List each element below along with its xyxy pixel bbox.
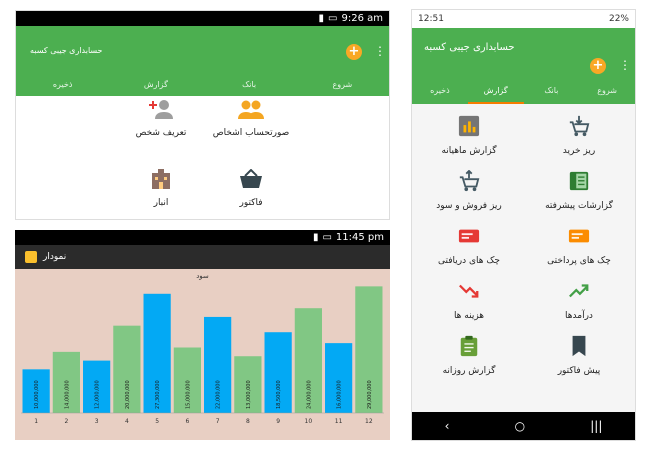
app-title: حسابداری جیبی کسبه <box>30 46 103 55</box>
grid-item-proforma[interactable]: پیش فاکتور <box>524 335 634 376</box>
grid-item-label: پیش فاکتور <box>557 366 601 376</box>
more-menu-icon[interactable]: ⋮ <box>619 58 631 72</box>
add-button[interactable]: + <box>590 58 606 74</box>
x-tick-label: 1 <box>34 418 38 425</box>
grid-item-label: انبار <box>153 198 169 208</box>
bar-chart: 10,000,000 1 14,000,000 2 12,000,000 3 20,000,… <box>21 286 384 425</box>
x-tick-label: 12 <box>365 418 373 425</box>
x-tick-label: 11 <box>335 418 343 425</box>
grid-item-label: گزارش ماهیانه <box>441 146 497 156</box>
cart-down-icon <box>569 115 590 137</box>
add-person-icon <box>149 100 173 119</box>
grid-item-warehouse[interactable]: انبار <box>116 169 206 208</box>
app-title: حسابداری جیبی کسبه <box>424 42 515 53</box>
bookmark-icon <box>572 335 586 357</box>
grid-item-monthly-report[interactable]: گزارش ماهیانه <box>414 115 524 156</box>
grid-item-daily-report[interactable]: گزارش روزانه <box>414 335 524 376</box>
grid-item-sales-profit[interactable]: ریز فروش و سود <box>414 169 524 211</box>
tab-bank[interactable]: بانک <box>203 76 296 96</box>
bar-value-label: 13,000,000 <box>246 380 252 409</box>
bar-report-icon <box>458 115 480 137</box>
grid-item-purchase-details[interactable]: ریز خرید <box>524 115 634 156</box>
tab-bank[interactable]: بانک <box>524 80 580 104</box>
people-icon <box>238 100 264 119</box>
clipboard-icon <box>460 335 478 357</box>
bar-value-label: 18,500,000 <box>276 380 282 409</box>
grid-item-label: چک های دریافتی <box>438 256 500 266</box>
x-tick-label: 7 <box>216 418 220 425</box>
grid-item-label: تعریف شخص <box>135 128 187 138</box>
tab-start[interactable]: شروع <box>296 76 389 96</box>
chart-screen: ▮ ▭ 11:45 pm نمودار سود 10,000,000 1 14,00… <box>15 230 390 440</box>
bar-value-label: 22,000,000 <box>216 380 222 409</box>
tab-report[interactable]: گزارش <box>109 76 202 96</box>
warehouse-icon <box>152 169 170 189</box>
grid-item-label: صورتحساب اشخاص <box>212 128 290 138</box>
status-time: 12:51 <box>418 14 444 24</box>
tab-save[interactable]: ذخیره <box>16 76 109 96</box>
trend-down-icon <box>459 284 479 298</box>
battery-icon: ▭ <box>328 13 338 24</box>
bar-value-label: 20,000,000 <box>125 380 131 409</box>
recents-icon[interactable]: ||| <box>590 419 602 433</box>
tab-report[interactable]: گزارش <box>467 80 524 104</box>
grid-item-accounts[interactable]: صورتحساب اشخاص <box>206 99 296 138</box>
status-bar: 12:51 22% <box>412 10 635 28</box>
battery-level: 22% <box>608 14 629 24</box>
grid-item-paid-cheques[interactable]: چک های پرداختی <box>524 225 634 266</box>
x-tick-label: 6 <box>185 418 189 425</box>
basket-icon <box>240 168 262 188</box>
x-tick-label: 10 <box>305 418 313 425</box>
back-icon[interactable]: ‹ <box>445 419 450 433</box>
bar-value-label: 24,000,000 <box>306 380 312 409</box>
trend-up-icon <box>569 284 589 298</box>
bar-value-label: 12,000,000 <box>95 380 101 409</box>
bar-value-label: 14,000,000 <box>64 380 70 409</box>
bar-value-label: 29,000,000 <box>367 380 373 409</box>
grid-item-label: چک های پرداختی <box>547 256 611 266</box>
x-tick-label: 4 <box>125 418 129 425</box>
cheque-orange-icon <box>568 229 590 243</box>
cart-up-icon <box>459 169 480 192</box>
more-menu-icon[interactable]: ⋮ <box>374 44 386 58</box>
tab-bar: شروع بانک گزارش ذخیره <box>16 76 389 96</box>
tab-bar: شروع بانک گزارش ذخیره <box>412 80 635 104</box>
grid-item-advanced-reports[interactable]: گزارشات پیشرفته <box>524 170 634 211</box>
bar-value-label: 10,000,000 <box>34 380 40 409</box>
home-icon[interactable]: ○ <box>515 419 525 433</box>
x-tick-label: 9 <box>276 418 280 425</box>
grid-item-incomes[interactable]: درآمدها <box>524 280 634 321</box>
signal-icon: ▮ <box>318 13 325 24</box>
reports-screen: 12:51 22% حسابداری جیبی کسبه + ⋮ شروع با… <box>411 9 636 441</box>
grid-item-label: هزینه ها <box>453 311 485 321</box>
app-bar: حسابداری جیبی کسبه + ⋮ <box>16 26 389 76</box>
grid-item-define-person[interactable]: تعریف شخص <box>116 99 206 138</box>
grid-item-expenses[interactable]: هزینه ها <box>414 280 524 321</box>
app-bar: حسابداری جیبی کسبه + ⋮ <box>412 28 635 80</box>
grid-item-label: ریز فروش و سود <box>436 201 502 211</box>
system-nav-bar: ‹ ○ ||| <box>412 412 635 440</box>
grid-item-label: ریز خرید <box>562 146 596 156</box>
grid-item-label: گزارش روزانه <box>442 366 496 376</box>
grid-item-label: گزارشات پیشرفته <box>545 201 613 211</box>
status-time: 9:26 am <box>341 13 383 24</box>
cheque-red-icon <box>458 229 480 243</box>
x-tick-label: 2 <box>64 418 68 425</box>
grid-item-label: فاکتور <box>239 198 263 208</box>
x-tick-label: 3 <box>95 418 99 425</box>
tab-start[interactable]: شروع <box>579 80 635 104</box>
book-icon <box>569 171 589 191</box>
home-screen: ▮ ▭ 9:26 am حسابداری جیبی کسبه + ⋮ شروع … <box>15 10 390 220</box>
add-button[interactable]: + <box>346 44 362 60</box>
grid-item-label: درآمدها <box>565 311 593 321</box>
x-tick-label: 8 <box>246 418 250 425</box>
status-bar: ▮ ▭ 9:26 am <box>16 11 389 26</box>
bar-value-label: 15,000,000 <box>185 380 191 409</box>
tab-save[interactable]: ذخیره <box>412 80 468 104</box>
x-tick-label: 5 <box>155 418 159 425</box>
bar-value-label: 27,300,000 <box>155 380 161 409</box>
bar-value-label: 16,000,000 <box>337 380 343 409</box>
grid-item-invoice[interactable]: فاکتور <box>206 168 296 208</box>
grid-item-received-cheques[interactable]: چک های دریافتی <box>414 225 524 266</box>
